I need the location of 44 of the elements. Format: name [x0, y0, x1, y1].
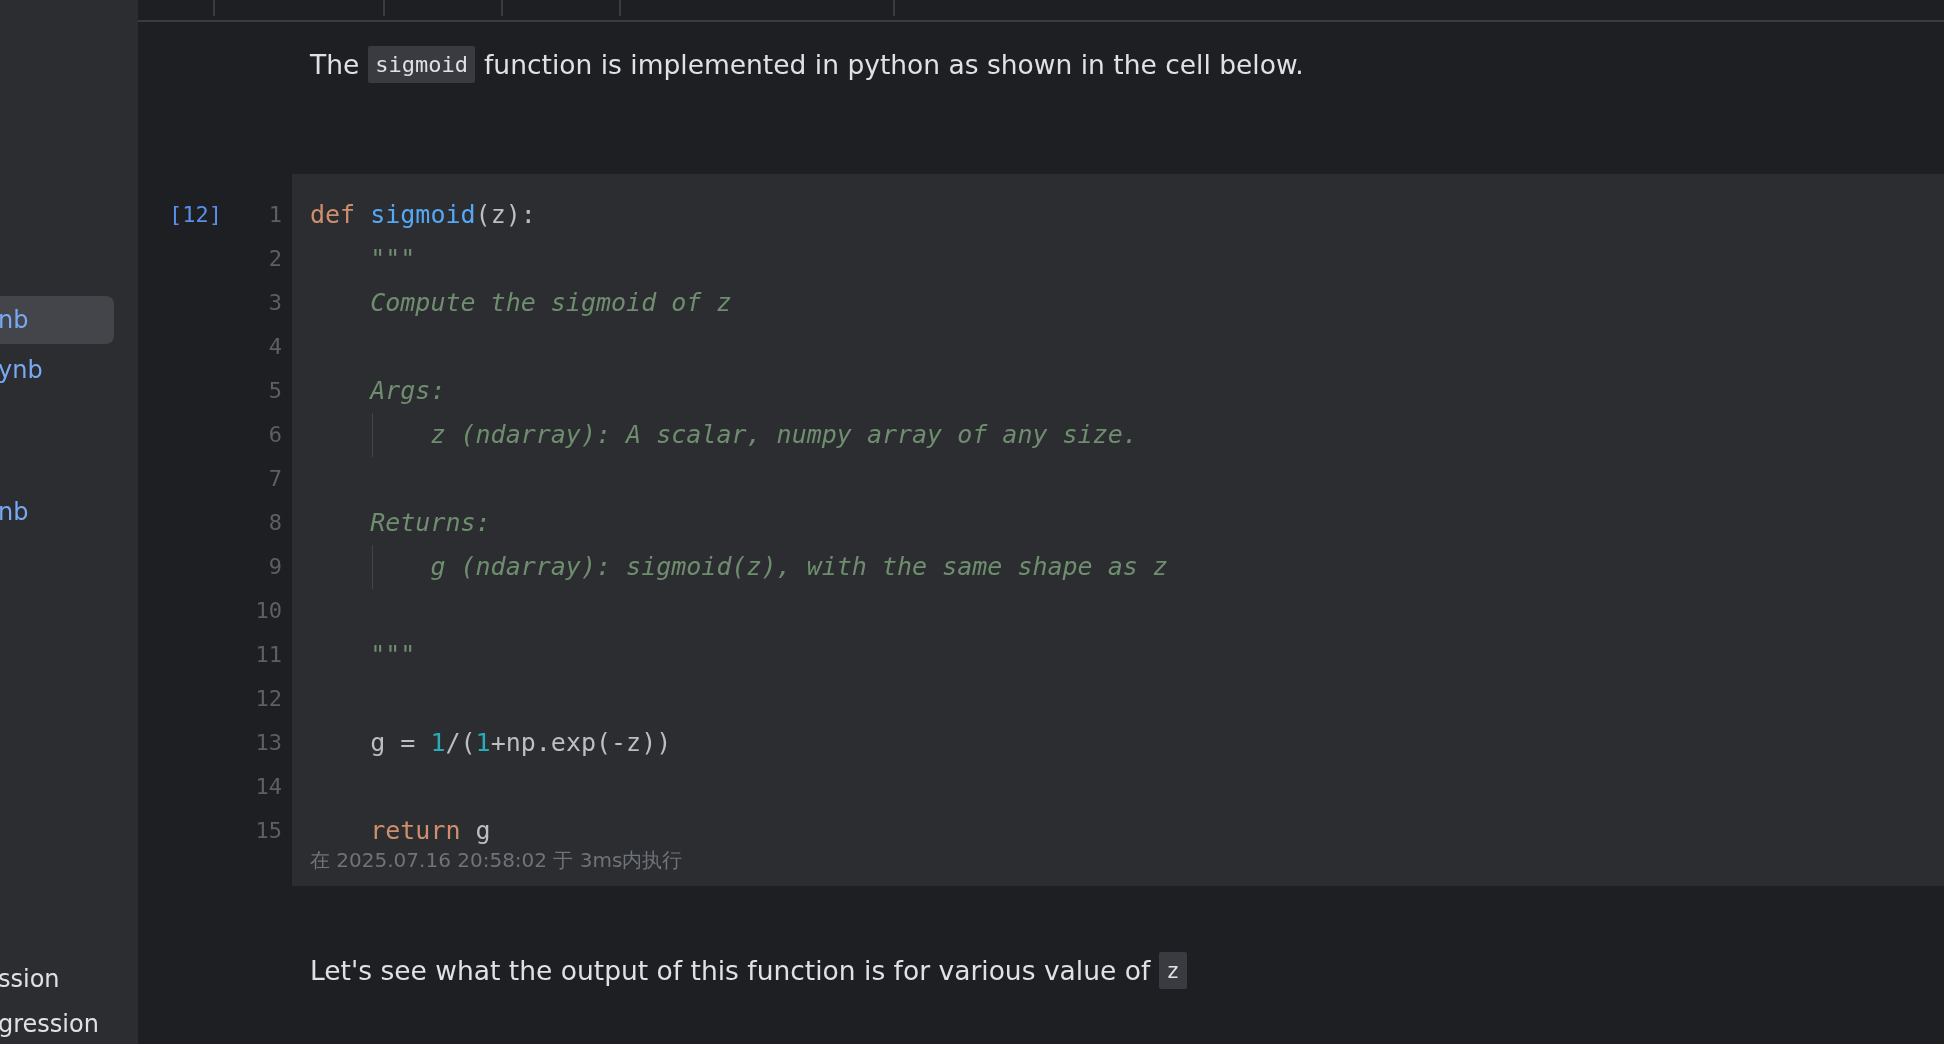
inline-code: z: [1159, 951, 1187, 989]
code-token: return: [369, 815, 462, 847]
line-number: 6: [268, 421, 282, 449]
code-token: g =: [369, 727, 417, 759]
execution-info: 在 2025.07.16 20:58:02 于 3ms内执行: [310, 847, 683, 874]
line-number: 15: [255, 817, 282, 845]
line-number: 12: [255, 685, 282, 713]
code-cell[interactable]: [292, 174, 1944, 886]
line-number: 3: [268, 289, 282, 317]
code-token: g (ndarray): sigmoid(z), with the same shape as z: [429, 551, 1168, 583]
paragraph-text: The: [310, 48, 360, 80]
code-token: """: [369, 639, 416, 671]
code-token: """: [369, 243, 416, 275]
file-tree-item[interactable]: gression: [0, 1003, 114, 1044]
code-token: def: [310, 199, 357, 231]
file-tree-item[interactable]: ssion: [0, 958, 114, 1001]
code-token: Args:: [368, 375, 446, 407]
code-token: sigmoid: [370, 199, 476, 231]
line-number: 1: [268, 201, 282, 229]
code-token: Compute the sigmoid of z: [369, 287, 732, 319]
line-number: 13: [255, 729, 282, 757]
line-number: 2: [268, 245, 282, 273]
line-number: 9: [268, 553, 282, 581]
execution-count: [12]: [168, 201, 223, 229]
line-number: 10: [255, 597, 282, 625]
line-number: 11: [255, 641, 282, 669]
paragraph-text: function is implemented in python as shown in the cell below.: [484, 48, 1304, 80]
line-number: 14: [255, 773, 282, 801]
code-token: Returns:: [369, 507, 491, 539]
code-token: +np.exp(-z)): [490, 727, 672, 759]
code-token: g: [475, 815, 491, 847]
line-number: 4: [268, 333, 282, 361]
paragraph-text: Let's see what the output of this function is for various value of: [310, 954, 1151, 986]
line-number: 8: [268, 509, 282, 537]
code-token: /(: [445, 727, 476, 759]
code-token: z (ndarray): A scalar, numpy array of any size.: [429, 419, 1138, 451]
file-tree-item[interactable]: nb: [0, 488, 114, 536]
line-number: 7: [268, 465, 282, 493]
code-token: 1: [430, 727, 446, 759]
code-token: 1: [475, 727, 491, 759]
inline-code: sigmoid: [368, 45, 475, 83]
line-number: 5: [268, 377, 282, 405]
file-tree-item[interactable]: nb: [0, 296, 114, 344]
code-token: (z):: [475, 199, 536, 231]
